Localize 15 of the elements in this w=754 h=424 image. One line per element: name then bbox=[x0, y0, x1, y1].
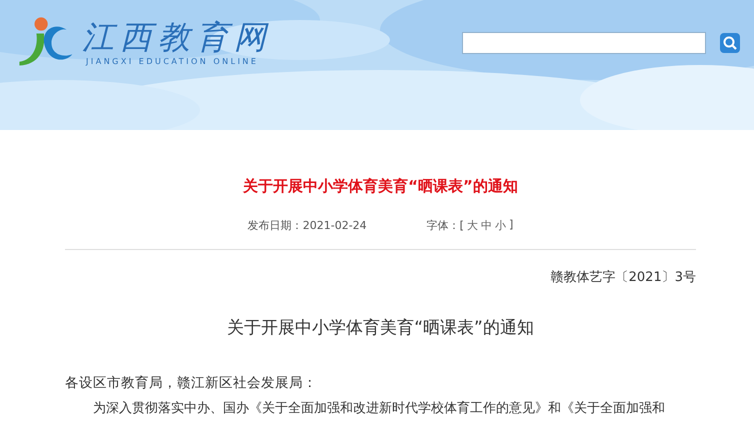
bracket-text: ] bbox=[508, 218, 514, 233]
search-field[interactable] bbox=[462, 32, 706, 54]
salutation: 各设区市教育局，赣江新区社会发展局： bbox=[65, 374, 318, 392]
site-name: 江西教育网 bbox=[82, 16, 272, 56]
search-button[interactable] bbox=[720, 33, 740, 53]
font-size-link[interactable]: 大 bbox=[466, 218, 478, 233]
site-tagline: JIANGXI EDUCATION ONLINE bbox=[86, 56, 260, 66]
font-size-label: 字体：[ bbox=[426, 218, 464, 233]
font-size-link[interactable]: 中 bbox=[480, 218, 492, 233]
document-heading: 关于开展中小学体育美育“晒课表”的通知 bbox=[226, 317, 535, 339]
document-number: 赣教体艺字〔2021〕3号 bbox=[550, 269, 696, 286]
article-title: 关于开展中小学体育美育“晒课表”的通知 bbox=[242, 177, 519, 196]
font-size-link[interactable]: 小 bbox=[494, 218, 506, 233]
publish-date: 发布日期：2021-02-24 bbox=[248, 218, 367, 233]
body-paragraph: 为深入贯彻落实中办、国办《关于全面加强和改进新时代学校体育工作的意见》和《关于全面加强和 bbox=[93, 400, 666, 417]
